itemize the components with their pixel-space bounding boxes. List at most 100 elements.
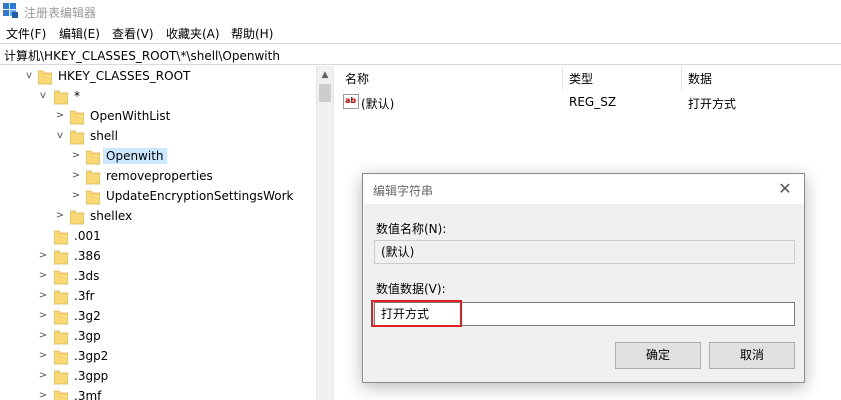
tree-item-label: HKEY_CLASSES_ROOT xyxy=(58,69,191,83)
value-name-field: (默认) xyxy=(374,240,795,264)
expand-chevron-icon[interactable]: > xyxy=(38,250,48,262)
menu-bar: 文件(F) 编辑(E) 查看(V) 收藏夹(A) 帮助(H) xyxy=(0,22,841,42)
menu-view[interactable]: 查看(V) xyxy=(112,25,154,42)
tree-item-openwith[interactable]: > Openwith xyxy=(0,147,316,167)
column-data-header[interactable]: 数据 xyxy=(688,70,712,87)
expand-chevron-icon[interactable]: > xyxy=(38,310,48,322)
ok-button[interactable]: 确定 xyxy=(615,342,701,369)
expand-chevron-icon[interactable]: > xyxy=(38,290,48,302)
tree-item-label: .3g2 xyxy=(74,309,101,323)
column-separator[interactable] xyxy=(681,66,682,90)
dialog-body: 数值名称(N): (默认) 数值数据(V): 打开方式 确定 取消 xyxy=(364,204,804,382)
scroll-up-arrow-icon[interactable]: ▲ xyxy=(317,66,333,84)
tree-item-3gpp[interactable]: > .3gpp xyxy=(0,367,316,387)
tree-item-shell[interactable]: v shell xyxy=(0,127,316,147)
folder-icon xyxy=(70,110,84,125)
scrollbar-thumb[interactable] xyxy=(319,84,331,102)
tree-item-label: .3mf xyxy=(74,389,102,400)
value-type: REG_SZ xyxy=(569,95,617,109)
expand-chevron-icon[interactable]: > xyxy=(38,350,48,362)
title-bar: 注册表编辑器 xyxy=(0,0,841,22)
menu-file[interactable]: 文件(F) xyxy=(6,25,46,42)
value-name: (默认) xyxy=(361,97,395,111)
folder-icon xyxy=(70,210,84,225)
folder-icon xyxy=(54,90,68,105)
folder-icon xyxy=(86,150,100,165)
folder-icon xyxy=(54,230,68,245)
tree-item-hkcr[interactable]: v HKEY_CLASSES_ROOT xyxy=(0,67,316,87)
folder-icon xyxy=(54,370,68,385)
tree-item-removeproperties[interactable]: > removeproperties xyxy=(0,167,316,187)
cancel-button[interactable]: 取消 xyxy=(709,342,795,369)
folder-icon xyxy=(54,330,68,345)
menu-help[interactable]: 帮助(H) xyxy=(231,25,273,42)
value-name-label: 数值名称(N): xyxy=(376,222,447,236)
tree-item-label: .3gp2 xyxy=(74,349,109,363)
tree-scrollbar[interactable]: ▲ xyxy=(316,66,333,400)
expand-chevron-icon[interactable]: v xyxy=(38,90,48,102)
window-title: 注册表编辑器 xyxy=(24,6,97,20)
value-data: 打开方式 xyxy=(688,97,737,111)
folder-icon xyxy=(54,390,68,400)
folder-icon xyxy=(70,130,84,145)
tree-item-label: .001 xyxy=(74,229,101,243)
tree-item-updateencryption[interactable]: > UpdateEncryptionSettingsWork xyxy=(0,187,316,207)
tree-item-label: .3fr xyxy=(74,289,95,303)
folder-icon xyxy=(54,250,68,265)
tree-item-label: removeproperties xyxy=(106,169,213,183)
column-separator[interactable] xyxy=(562,66,563,90)
column-type-header[interactable]: 类型 xyxy=(569,70,593,87)
tree-item-label: OpenWithList xyxy=(90,109,171,123)
tree-item-label: shell xyxy=(90,129,118,143)
folder-icon xyxy=(54,290,68,305)
tree-item-label: shellex xyxy=(90,209,133,223)
column-name-header[interactable]: 名称 xyxy=(345,70,369,87)
folder-icon xyxy=(86,190,100,205)
close-icon[interactable]: ✕ xyxy=(774,178,796,200)
tree-item-386[interactable]: > .386 xyxy=(0,247,316,267)
string-value-icon: ab xyxy=(343,94,359,109)
expand-chevron-icon[interactable]: > xyxy=(71,170,81,182)
tree-item-3fr[interactable]: > .3fr xyxy=(0,287,316,307)
expand-chevron-icon[interactable]: > xyxy=(55,210,65,222)
tree-item-label: .3ds xyxy=(74,269,100,283)
tree-item-001[interactable]: .001 xyxy=(0,227,316,247)
tree-item-label: .3gp xyxy=(74,329,101,343)
expand-chevron-icon[interactable]: > xyxy=(71,190,81,202)
expand-chevron-icon[interactable]: > xyxy=(38,330,48,342)
address-path[interactable]: 计算机\HKEY_CLASSES_ROOT\*\shell\Openwith xyxy=(4,47,280,64)
expand-chevron-icon[interactable]: > xyxy=(38,390,48,400)
list-header: 名称 类型 数据 xyxy=(337,66,841,90)
address-bar[interactable]: 计算机\HKEY_CLASSES_ROOT\*\shell\Openwith xyxy=(0,43,841,65)
tree-item-shellex[interactable]: > shellex xyxy=(0,207,316,227)
tree-item-label: Openwith xyxy=(103,148,167,164)
tree-item-label: * xyxy=(74,89,80,103)
tree-item-openwithlist[interactable]: > OpenWithList xyxy=(0,107,316,127)
highlight-box xyxy=(371,300,462,327)
tree-item-star[interactable]: v * xyxy=(0,87,316,107)
registry-tree: v HKEY_CLASSES_ROOT v * > OpenWithList v… xyxy=(0,66,316,400)
folder-icon xyxy=(38,70,52,85)
menu-favorites[interactable]: 收藏夹(A) xyxy=(166,25,220,42)
expand-chevron-icon[interactable]: > xyxy=(38,370,48,382)
folder-icon xyxy=(86,170,100,185)
expand-chevron-icon[interactable]: v xyxy=(24,70,34,82)
tree-item-3gp2[interactable]: > .3gp2 xyxy=(0,347,316,367)
registry-editor-icon xyxy=(3,3,18,18)
tree-item-label: .3gpp xyxy=(74,369,109,383)
menu-edit[interactable]: 编辑(E) xyxy=(59,25,100,42)
expand-chevron-icon[interactable]: > xyxy=(55,110,65,122)
tree-item-3gp[interactable]: > .3gp xyxy=(0,327,316,347)
value-data-label: 数值数据(V): xyxy=(376,282,446,296)
folder-icon xyxy=(54,310,68,325)
expand-chevron-icon[interactable]: > xyxy=(38,270,48,282)
expand-chevron-icon[interactable]: v xyxy=(55,130,65,142)
expand-chevron-icon[interactable] xyxy=(38,230,48,242)
expand-chevron-icon[interactable]: > xyxy=(71,150,81,162)
list-item[interactable]: ab (默认) REG_SZ 打开方式 xyxy=(337,92,841,112)
folder-icon xyxy=(54,350,68,365)
tree-item-3ds[interactable]: > .3ds xyxy=(0,267,316,287)
tree-item-3mf[interactable]: > .3mf xyxy=(0,387,316,400)
tree-item-3g2[interactable]: > .3g2 xyxy=(0,307,316,327)
edit-string-dialog: 编辑字符串 ✕ 数值名称(N): (默认) 数值数据(V): 打开方式 确定 取… xyxy=(362,173,805,383)
